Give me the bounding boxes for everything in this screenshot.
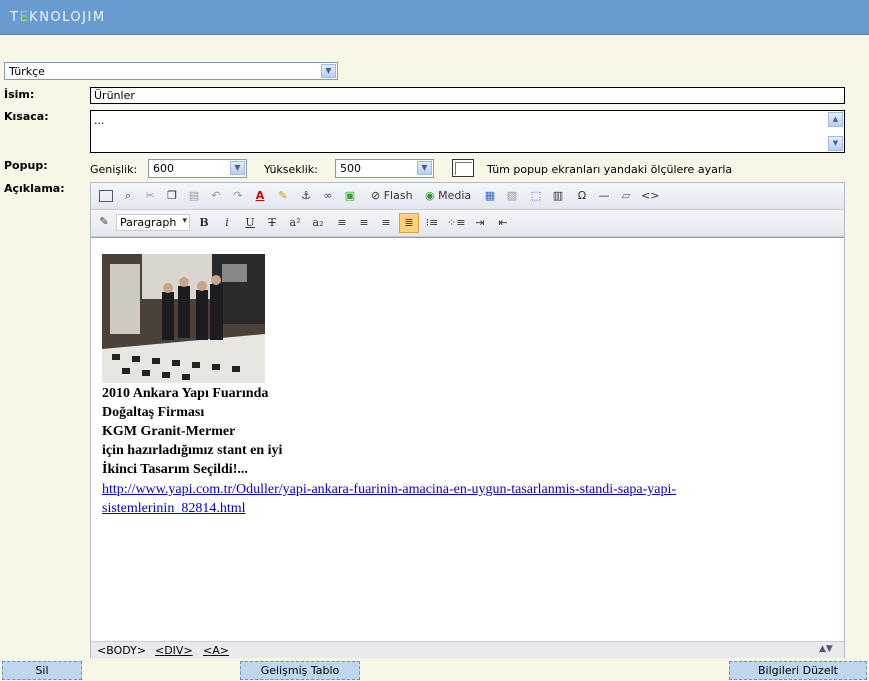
html-source-icon[interactable]: <>	[641, 187, 659, 205]
chevron-down-icon[interactable]: ▼	[230, 161, 245, 175]
subscript-button[interactable]: a₂	[309, 214, 327, 232]
yukseklik-value: 500	[340, 162, 361, 175]
chevron-down-icon[interactable]: ▼	[321, 64, 336, 78]
chevron-down-icon[interactable]: ▼	[417, 161, 432, 175]
scroll-up-icon[interactable]: ▲	[828, 112, 843, 127]
redo-icon[interactable]: ↷	[229, 187, 247, 205]
editor-text-block: 2010 Ankara Yapı Fuarında Doğaltaş Firma…	[102, 384, 742, 479]
editor-content-area[interactable]: 2010 Ankara Yapı Fuarında Doğaltaş Firma…	[91, 237, 844, 642]
align-left-icon[interactable]: ≡	[333, 214, 351, 232]
highlight-icon[interactable]: ✎	[274, 187, 292, 205]
scroll-down-icon[interactable]: ▼	[828, 136, 843, 151]
editor-link[interactable]: http://www.yapi.com.tr/Oduller/yapi-anka…	[102, 480, 742, 518]
aciklama-label: Açıklama:	[4, 182, 65, 195]
template-icon[interactable]: ▥	[549, 187, 567, 205]
bullet-list-icon[interactable]: ⁘≡	[447, 214, 465, 232]
rich-text-editor: ⌕ ✂ ❐ ▤ ↶ ↷ A ✎ ⚓ ∞ ▣ ⊘ Flash ◉ Media ▦ …	[90, 182, 845, 658]
bold-button[interactable]: B	[195, 214, 213, 232]
paragraph-select[interactable]: Paragraph	[116, 214, 190, 231]
bilgileri-duzelt-button[interactable]: Bilgileri Düzelt	[729, 661, 867, 680]
path-body[interactable]: <BODY>	[97, 644, 146, 657]
flash-label: Flash	[383, 189, 413, 202]
cut-icon[interactable]: ✂	[141, 187, 159, 205]
horizontal-rule-icon[interactable]: —	[595, 187, 613, 205]
table-icon[interactable]: ▦	[481, 187, 499, 205]
indent-icon[interactable]: ⇥	[471, 214, 489, 232]
editor-line: için hazırladığımız stant en iyi	[102, 443, 283, 458]
select-all-icon[interactable]: ⬚	[527, 187, 545, 205]
table-edit-icon[interactable]: ▧	[503, 187, 521, 205]
align-right-icon[interactable]: ≡	[377, 214, 395, 232]
editor-line: İkinci Tasarım Seçildi!...	[102, 462, 248, 477]
underline-button[interactable]: U	[241, 214, 259, 232]
media-label: Media	[438, 189, 472, 202]
fair-stand-photo	[102, 254, 265, 383]
media-button[interactable]: ◉ Media	[425, 187, 471, 205]
editor-toolbar-2: ✎ Paragraph B i U T a² a₂ ≡ ≡ ≡ ≣ ⁝≡ ⁘≡ …	[91, 210, 844, 237]
link-icon[interactable]: ∞	[319, 187, 337, 205]
fullscreen-icon[interactable]	[97, 187, 115, 205]
editor-line: 2010 Ankara Yapı Fuarında	[102, 386, 269, 401]
superscript-button[interactable]: a²	[286, 214, 304, 232]
yukseklik-select[interactable]: 500 ▼	[335, 159, 434, 178]
outdent-icon[interactable]: ⇤	[494, 214, 512, 232]
language-select[interactable]: Türkçe ▼	[4, 62, 338, 80]
genislik-select[interactable]: 600 ▼	[148, 159, 247, 178]
image-icon[interactable]: ▣	[341, 187, 359, 205]
editor-line: Doğaltaş Firması	[102, 405, 205, 420]
undo-icon[interactable]: ↶	[207, 187, 225, 205]
path-a[interactable]: <A>	[203, 644, 229, 657]
flash-button[interactable]: ⊘ Flash	[371, 187, 413, 205]
editor-line: KGM Granit-Mermer	[102, 424, 236, 439]
align-justify-icon[interactable]: ≣	[399, 213, 419, 233]
path-div[interactable]: <DIV>	[155, 644, 193, 657]
kisaca-textarea[interactable]: ... ▲ ▼	[90, 110, 845, 153]
special-char-icon[interactable]: Ω	[573, 187, 591, 205]
popup-all-checkbox[interactable]	[452, 159, 474, 177]
editor-toolbar-1: ⌕ ✂ ❐ ▤ ↶ ↷ A ✎ ⚓ ∞ ▣ ⊘ Flash ◉ Media ▦ …	[91, 183, 844, 210]
isim-input[interactable]: Ürünler	[90, 87, 845, 104]
isim-label: İsim:	[4, 88, 35, 101]
kisaca-value: ...	[94, 114, 105, 127]
style-icon[interactable]: ✎	[95, 213, 113, 231]
sil-button[interactable]: Sil	[2, 661, 82, 680]
yukseklik-label: Yükseklik:	[264, 163, 318, 176]
numbered-list-icon[interactable]: ⁝≡	[423, 214, 441, 232]
italic-button[interactable]: i	[218, 214, 236, 232]
top-bar: TEKNOLOJIM	[0, 0, 869, 35]
paste-icon[interactable]: ▤	[185, 187, 203, 205]
language-select-value: Türkçe	[9, 65, 45, 78]
anchor-icon[interactable]: ⚓	[297, 187, 315, 205]
genislik-value: 600	[153, 162, 174, 175]
popup-all-label: Tüm popup ekranları yandaki ölçülere aya…	[487, 163, 733, 176]
strikethrough-button[interactable]: T	[263, 214, 281, 232]
logo: TEKNOLOJIM	[10, 10, 106, 25]
align-center-icon[interactable]: ≡	[355, 214, 373, 232]
paragraph-select-value: Paragraph	[120, 216, 177, 229]
eraser-icon[interactable]: ▱	[617, 187, 635, 205]
resize-icon[interactable]: ▲▼	[819, 644, 833, 654]
find-icon[interactable]: ⌕	[119, 187, 137, 205]
copy-icon[interactable]: ❐	[163, 187, 181, 205]
editor-status-bar: <BODY> <DIV> <A> ▲▼	[91, 641, 844, 658]
gelismis-tablo-button[interactable]: Gelişmiş Tablo	[240, 661, 360, 680]
font-color-icon[interactable]: A	[251, 187, 269, 205]
genislik-label: Genişlik:	[90, 163, 138, 176]
popup-label: Popup:	[4, 159, 48, 172]
kisaca-label: Kısaca:	[4, 110, 49, 123]
